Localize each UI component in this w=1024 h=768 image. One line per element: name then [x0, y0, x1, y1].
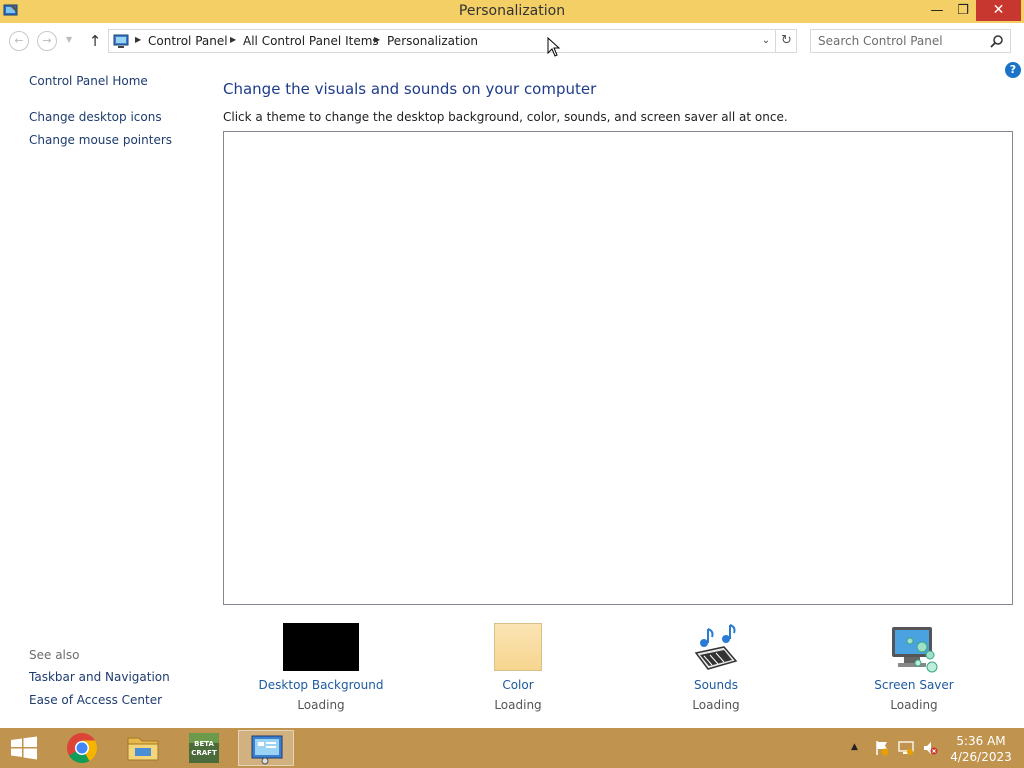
control-panel-home-link[interactable]: Control Panel Home [29, 74, 148, 88]
mouse-cursor-icon [547, 37, 561, 57]
network-icon[interactable] [898, 740, 914, 756]
breadcrumb-separator[interactable]: ▶ [135, 35, 141, 44]
svg-text:BETA: BETA [194, 740, 214, 748]
volume-muted-icon[interactable] [922, 740, 938, 756]
breadcrumb-all-control-panel-items[interactable]: All Control Panel Items [243, 34, 379, 48]
color-tile[interactable]: Color Loading [448, 623, 588, 718]
taskbar-and-navigation-link[interactable]: Taskbar and Navigation [29, 670, 170, 684]
color-swatch[interactable] [494, 623, 542, 671]
taskbar: BETA CRAFT ▲ 5:36 AM 4/26/2023 [0, 728, 1024, 768]
windows-logo-icon [11, 736, 37, 760]
system-clock[interactable]: 5:36 AM 4/26/2023 [947, 733, 1015, 765]
ease-of-access-center-link[interactable]: Ease of Access Center [29, 693, 162, 707]
address-history-dropdown[interactable]: ⌄ [759, 33, 773, 49]
forward-arrow-icon: → [42, 34, 52, 47]
close-button[interactable]: ✕ [976, 0, 1021, 21]
left-navigation-pane: Control Panel Home Change desktop icons … [0, 59, 210, 728]
control-panel-icon [251, 735, 283, 765]
change-mouse-pointers-link[interactable]: Change mouse pointers [29, 133, 172, 147]
breadcrumb-separator[interactable]: ▶ [230, 35, 236, 44]
desktop-background-thumbnail[interactable] [283, 623, 359, 671]
clock-time: 5:36 AM [956, 734, 1006, 748]
sounds-icon[interactable] [690, 623, 742, 675]
taskbar-betacraft[interactable]: BETA CRAFT [176, 730, 232, 766]
color-link[interactable]: Color [448, 678, 588, 692]
sounds-link[interactable]: Sounds [646, 678, 786, 692]
screen-saver-link[interactable]: Screen Saver [844, 678, 984, 692]
color-status: Loading [494, 698, 542, 712]
refresh-button[interactable]: ↻ [775, 30, 797, 52]
see-also-heading: See also [29, 648, 80, 662]
navigation-bar: ← → ▼ ↑ ▶ Control Panel ▶ All Control Pa… [0, 23, 1024, 59]
taskbar-control-panel[interactable] [238, 730, 294, 766]
screen-saver-status: Loading [890, 698, 938, 712]
taskbar-file-explorer[interactable] [115, 730, 171, 766]
page-subtitle: Click a theme to change the desktop back… [223, 110, 788, 124]
betacraft-icon: BETA CRAFT [189, 733, 219, 763]
svg-text:CRAFT: CRAFT [191, 749, 217, 757]
recent-locations-dropdown[interactable]: ▼ [66, 35, 72, 44]
start-button[interactable] [0, 730, 48, 766]
forward-button[interactable]: → [37, 31, 57, 51]
up-button[interactable]: ↑ [86, 31, 104, 51]
title-bar: Personalization — ❐ ✕ [0, 0, 1024, 23]
sounds-status: Loading [692, 698, 740, 712]
theme-list[interactable] [223, 131, 1013, 605]
back-button[interactable]: ← [9, 31, 29, 51]
chrome-icon [67, 733, 98, 764]
screen-saver-icon[interactable] [888, 623, 940, 675]
clock-date: 4/26/2023 [950, 750, 1012, 764]
breadcrumb-separator[interactable]: ▶ [374, 35, 380, 44]
breadcrumb-control-panel[interactable]: Control Panel [148, 34, 228, 48]
page-title: Change the visuals and sounds on your co… [223, 80, 597, 98]
restore-button[interactable]: ❐ [950, 0, 976, 21]
desktop-background-link[interactable]: Desktop Background [251, 678, 391, 692]
action-center-flag-icon[interactable] [874, 740, 890, 756]
search-box[interactable] [810, 29, 1011, 53]
control-panel-icon [113, 34, 129, 48]
file-explorer-icon [127, 737, 159, 761]
help-icon[interactable]: ? [1005, 62, 1021, 78]
change-desktop-icons-link[interactable]: Change desktop icons [29, 110, 162, 124]
breadcrumb-personalization[interactable]: Personalization [387, 34, 478, 48]
refresh-icon: ↻ [781, 33, 792, 48]
address-bar[interactable]: ▶ Control Panel ▶ All Control Panel Item… [108, 29, 797, 53]
sounds-tile[interactable]: Sounds Loading [646, 623, 786, 718]
show-hidden-icons-button[interactable]: ▲ [851, 742, 858, 768]
desktop-background-tile[interactable]: Desktop Background Loading [251, 623, 391, 718]
desktop-background-status: Loading [297, 698, 345, 712]
screen-saver-tile[interactable]: Screen Saver Loading [844, 623, 984, 718]
window-title: Personalization [458, 3, 566, 19]
taskbar-chrome[interactable] [54, 730, 110, 766]
minimize-button[interactable]: — [924, 0, 950, 21]
search-icon[interactable] [990, 34, 1004, 48]
up-arrow-icon: ↑ [88, 32, 102, 50]
search-input[interactable] [811, 30, 989, 52]
back-arrow-icon: ← [14, 34, 24, 47]
